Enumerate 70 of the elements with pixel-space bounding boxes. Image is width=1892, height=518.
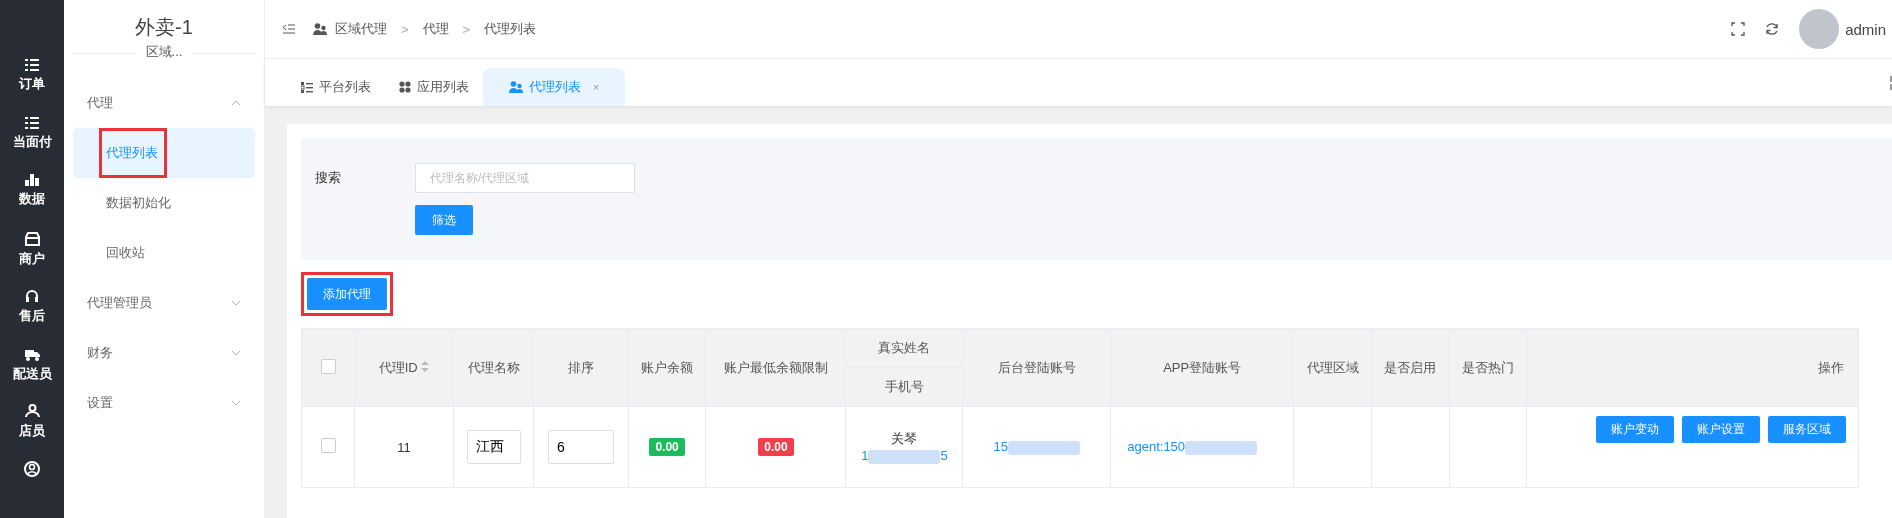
app-title: 外卖-1 (135, 15, 193, 40)
column-header: 操作 (1818, 359, 1844, 375)
phone-link[interactable]: 1 (861, 448, 869, 464)
nav-item[interactable]: 商户 (0, 230, 64, 289)
chevron-icon (231, 300, 241, 306)
checkbox[interactable] (320, 438, 336, 453)
menu-item[interactable]: 数据初始化 (73, 178, 255, 228)
column-header: 代理名称 (467, 359, 520, 375)
nav-item[interactable]: 店员 (0, 403, 64, 461)
breadcrumb-item[interactable]: 区域代理 (335, 20, 387, 38)
search-field[interactable]: 代理名称/代理区域 (415, 163, 635, 193)
shop-icon (24, 231, 40, 246)
column-header: APP登陆账号 (1163, 359, 1242, 375)
table-cell: 11 (397, 439, 411, 455)
search-label: 搜索 (315, 169, 342, 187)
column-header[interactable]: 代理ID (378, 359, 418, 375)
nav-item[interactable]: 配送员 (0, 345, 64, 404)
user-circle-icon[interactable] (24, 460, 40, 477)
phone-link[interactable]: 5 (940, 448, 948, 464)
menu-group[interactable]: 代理管理员 (73, 278, 255, 328)
column-header: 排序 (567, 359, 594, 375)
column-header: 后台登陆账号 (997, 359, 1076, 375)
breadcrumb-item: 代理列表 (484, 20, 537, 38)
column-header: 代理区域 (1306, 359, 1359, 375)
refresh-icon[interactable] (1765, 22, 1780, 36)
bar-chart-icon (25, 174, 39, 187)
table-cell-text: 关琴 (890, 430, 919, 449)
grid-icon (399, 81, 411, 93)
chevron-icon (231, 400, 241, 406)
nav-item[interactable]: 数据 (0, 173, 64, 231)
fullscreen-icon[interactable] (1731, 22, 1746, 36)
column-header: 手机号 (885, 379, 924, 394)
chevron-icon (231, 350, 241, 356)
action-button[interactable]: 账户设置 (1682, 415, 1760, 443)
app-subtitle: 区域... (135, 43, 193, 61)
column-header: 账户最低余额限制 (724, 359, 828, 375)
column-header: 真实姓名 (878, 340, 931, 355)
balance-badge: 0.00 (758, 438, 794, 456)
headset-icon (25, 289, 39, 304)
column-header: 账户余额 (641, 359, 694, 375)
name-field[interactable]: 江西 (466, 430, 521, 464)
column-header: 是否热门 (1462, 359, 1515, 375)
list-icon (25, 59, 39, 71)
breadcrumb-separator: > (462, 21, 471, 37)
list-icon (301, 81, 313, 93)
breadcrumb-item[interactable]: 代理 (422, 20, 449, 38)
column-header: 是否启用 (1384, 359, 1437, 375)
user-name[interactable]: admin (1845, 20, 1886, 38)
account-link[interactable]: agent:150 (1127, 439, 1186, 455)
menu-group[interactable]: 代理 (73, 78, 255, 128)
menu-group[interactable]: 设置 (73, 378, 255, 428)
breadcrumb-separator: > (401, 21, 409, 37)
account-link[interactable]: 15 (993, 439, 1008, 455)
chevron-icon (231, 100, 241, 106)
menu-icon[interactable] (283, 24, 295, 34)
checkbox[interactable] (320, 358, 336, 374)
action-button[interactable]: 服务区域 (1768, 415, 1846, 443)
nav-item[interactable]: 订单 (0, 58, 64, 116)
menu-item[interactable]: 回收站 (73, 228, 255, 278)
menu-group[interactable]: 财务 (73, 328, 255, 378)
nav-item[interactable]: 当面付 (0, 115, 64, 174)
add-agent-button[interactable]: 添加代理 (307, 278, 387, 310)
tab[interactable]: 平台列表 (287, 68, 385, 106)
balance-badge: 0.00 (649, 438, 685, 456)
sort-field[interactable]: 6 (547, 430, 614, 464)
filter-button[interactable]: 筛选 (415, 205, 473, 235)
action-button[interactable]: 账户变动 (1596, 415, 1674, 443)
nav-item[interactable]: 售后 (0, 288, 64, 346)
list-icon (25, 116, 39, 129)
tab[interactable]: 应用列表 (385, 68, 483, 106)
